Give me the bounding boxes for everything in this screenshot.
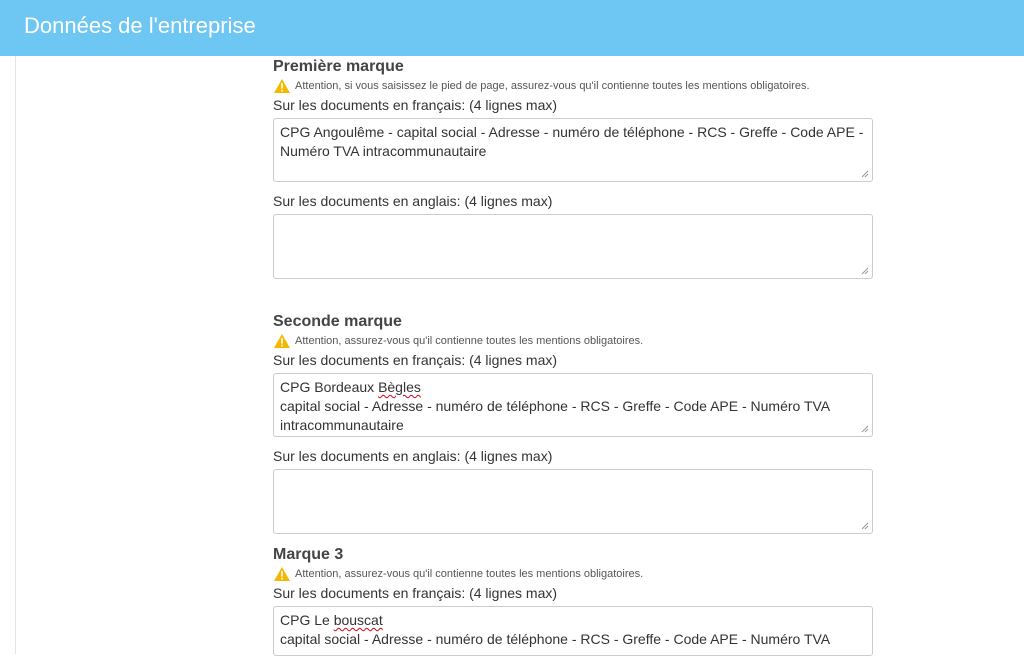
fr-label: Sur les documents en français: (4 lignes… [273, 352, 558, 368]
warning-triangle-icon [274, 79, 290, 93]
resize-grip-icon[interactable] [861, 267, 869, 275]
warning-message: Attention, assurez-vous qu'il contienne … [273, 566, 893, 582]
section-marque-3: Marque 3 Attention, assurez-vous qu'il c… [273, 545, 893, 656]
warning-message: Attention, assurez-vous qu'il contienne … [273, 333, 893, 349]
section-title: Première marque [273, 58, 404, 75]
warning-message: Attention, si vous saisissez le pied de … [273, 78, 893, 94]
warning-triangle-icon [274, 567, 290, 581]
warning-triangle-icon [274, 334, 290, 348]
section-seconde-marque: Seconde marque Attention, assurez-vous q… [273, 312, 893, 534]
section-title: Seconde marque [273, 313, 402, 330]
en-footer-textarea[interactable] [273, 469, 873, 534]
page-title: Données de l'entreprise [24, 13, 256, 38]
en-footer-textarea[interactable] [273, 214, 873, 279]
resize-grip-icon[interactable] [861, 425, 869, 433]
en-label: Sur les documents en anglais: (4 lignes … [273, 193, 553, 209]
fr-label: Sur les documents en français: (4 lignes… [273, 585, 558, 601]
resize-grip-icon[interactable] [861, 522, 869, 530]
fr-footer-textarea[interactable]: CPG Angoulême - capital social - Adresse… [273, 118, 873, 182]
section-title: Marque 3 [273, 546, 344, 563]
warning-text: Attention, si vous saisissez le pied de … [295, 80, 810, 92]
app-header: Données de l'entreprise [0, 0, 1024, 56]
section-premiere-marque: Première marque Attention, si vous saisi… [273, 57, 893, 279]
resize-grip-icon[interactable] [861, 170, 869, 178]
warning-text: Attention, assurez-vous qu'il contienne … [295, 335, 644, 347]
fr-footer-textarea[interactable]: CPG Bordeaux Bègles capital social - Adr… [273, 373, 873, 437]
en-label: Sur les documents en anglais: (4 lignes … [273, 448, 553, 464]
warning-text: Attention, assurez-vous qu'il contienne … [295, 568, 644, 580]
fr-footer-textarea[interactable]: CPG Le bouscat capital social - Adresse … [273, 606, 873, 656]
fr-label: Sur les documents en français: (4 lignes… [273, 97, 558, 113]
